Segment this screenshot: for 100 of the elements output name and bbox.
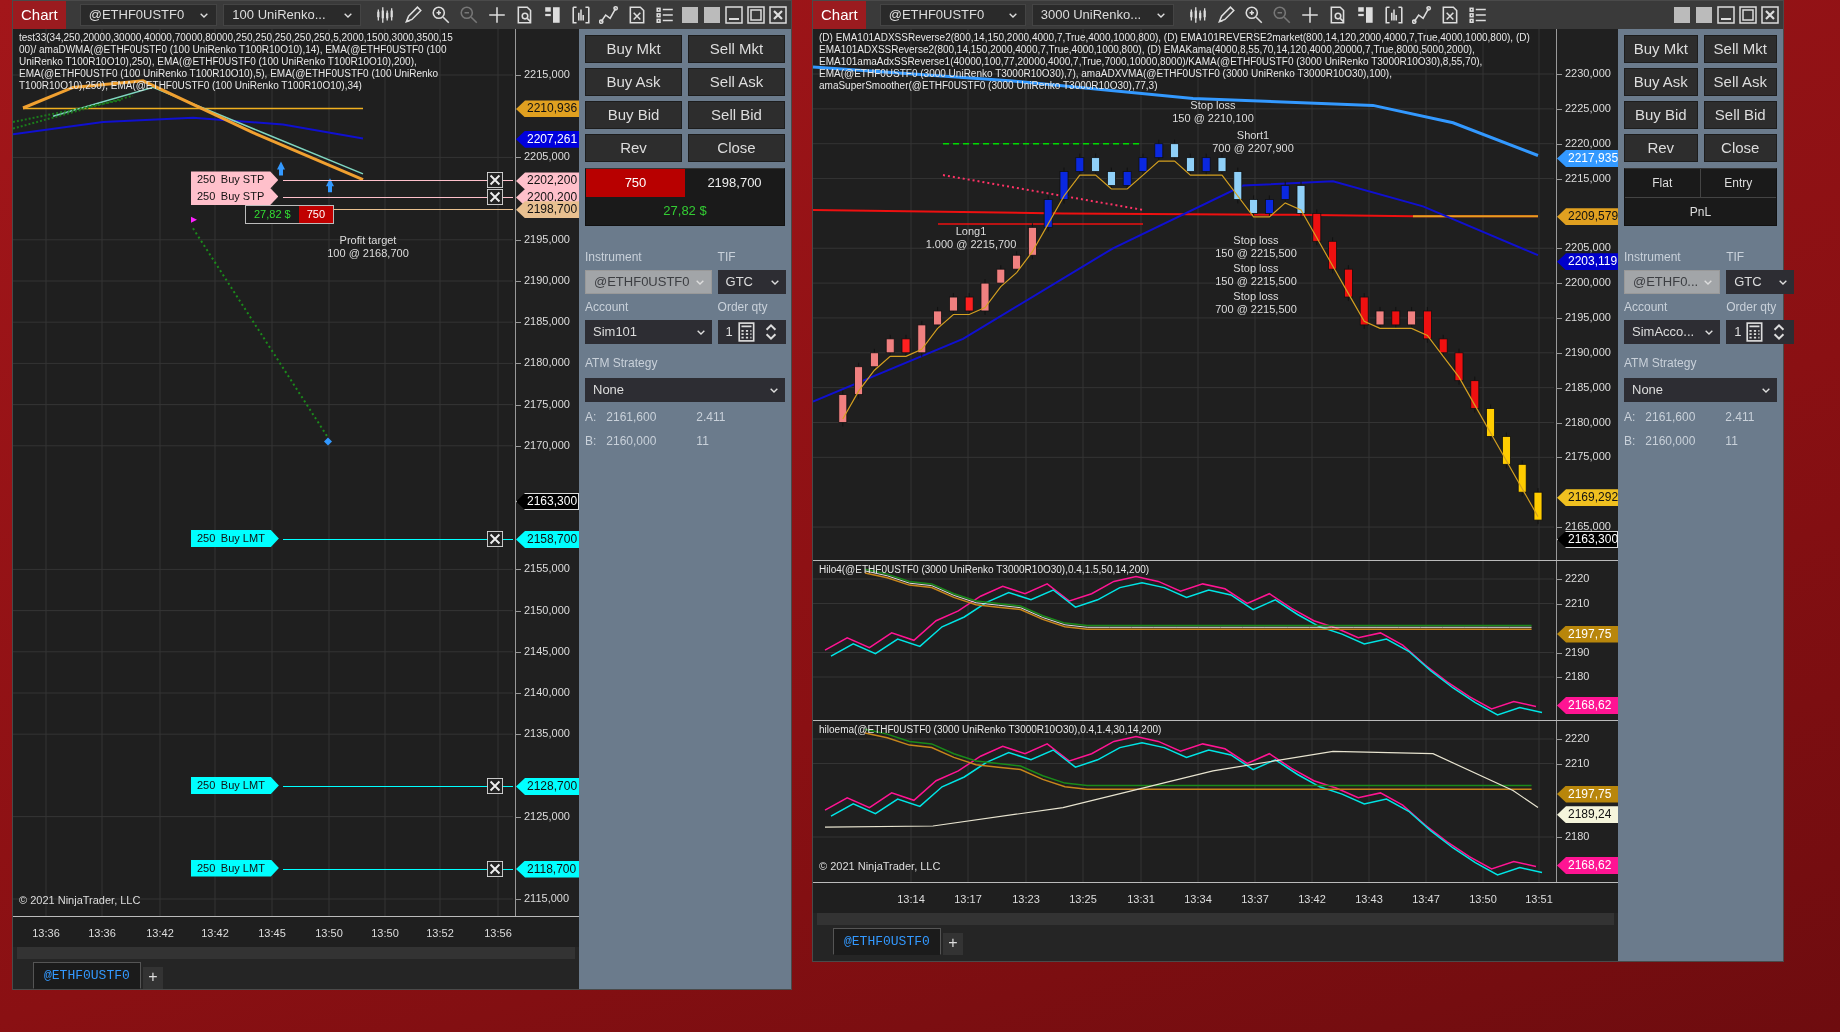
order-button[interactable]: Buy Bid (1624, 101, 1698, 129)
order-label[interactable]: 250 Buy LMT (191, 859, 279, 877)
line-chart-icon[interactable] (599, 5, 619, 25)
minimize-icon[interactable] (1717, 6, 1735, 24)
bar-type-dropdown[interactable]: 100 UniRenko... (223, 4, 361, 26)
order-annotation: Stop loss 150 @ 2210,100 (1172, 99, 1254, 125)
maximize-icon[interactable] (1739, 6, 1757, 24)
window-title[interactable]: Chart (813, 1, 866, 29)
order-button[interactable]: Sell Bid (1703, 101, 1777, 129)
order-button[interactable]: Sell Mkt (1703, 35, 1777, 63)
order-label[interactable]: 250 Buy LMT (191, 529, 279, 547)
close-order-icon[interactable] (487, 778, 503, 795)
tile-icon[interactable] (681, 6, 699, 24)
time-axis-label: 13:42 (1298, 892, 1326, 907)
add-tab-button[interactable]: + (942, 933, 963, 955)
bar-chart-icon[interactable] (571, 5, 591, 25)
axis-tick-label: 2175,000 (524, 397, 570, 411)
order-button[interactable]: Rev (585, 134, 682, 162)
tif-dropdown[interactable]: GTC (1726, 270, 1795, 294)
calculator-icon[interactable] (736, 322, 757, 342)
close-order-icon[interactable] (487, 860, 503, 877)
chart-tab[interactable]: @ETHF0USTF0 (833, 927, 941, 955)
order-button[interactable]: Rev (1624, 134, 1698, 162)
instrument-dropdown[interactable]: @ETHF0USTF0 (879, 4, 1026, 26)
calculator-icon[interactable] (1745, 322, 1766, 342)
renko-brick (1249, 194, 1258, 218)
axis-tick-label: 2215,000 (524, 68, 570, 81)
quantity-spinner[interactable]: 1 (717, 320, 786, 344)
list-icon[interactable] (655, 5, 675, 25)
order-button[interactable]: Buy Ask (585, 68, 682, 96)
add-tab-button[interactable]: + (142, 967, 163, 989)
pencil-icon[interactable] (403, 5, 423, 25)
price-tag: 2203,119 (1557, 253, 1618, 271)
account-dropdown[interactable]: Sim101 (585, 320, 712, 344)
order-button[interactable]: Close (688, 134, 785, 162)
price-tag: 2163,300 (516, 493, 579, 510)
tif-dropdown[interactable]: GTC (717, 270, 786, 294)
axis-tick-label: 2170,000 (524, 438, 570, 452)
zoom-in-icon[interactable] (431, 5, 451, 25)
tile-icon[interactable] (703, 6, 721, 24)
account-dropdown[interactable]: SimAcco... (1624, 320, 1721, 344)
order-button[interactable]: Buy Ask (1624, 68, 1698, 96)
bar-chart-icon[interactable] (1383, 5, 1404, 25)
quote-size: 11 (696, 433, 709, 450)
close-order-icon[interactable] (487, 188, 503, 205)
crosshair-icon[interactable] (1299, 5, 1320, 25)
time-axis-label: 13:42 (146, 926, 174, 941)
order-button[interactable]: Sell Mkt (688, 35, 785, 63)
position-quantity: Flat (1625, 169, 1701, 197)
axis-tick-label: 2140,000 (524, 686, 570, 699)
tile-icon[interactable] (1673, 6, 1691, 24)
window-title[interactable]: Chart (13, 1, 66, 29)
bars-icon[interactable] (375, 5, 395, 25)
order-button[interactable]: Sell Bid (688, 101, 785, 129)
order-label[interactable]: 250 Buy LMT (191, 777, 279, 795)
order-button[interactable]: Close (1703, 134, 1777, 162)
quote-label: A: (585, 409, 597, 426)
zoom-in-icon[interactable] (1243, 5, 1264, 25)
time-axis-label: 13:51 (1525, 892, 1553, 907)
field-label: TIF (717, 249, 737, 266)
renko-brick (1043, 194, 1053, 232)
axis-tick-label: 2230,000 (1565, 67, 1611, 80)
maximize-icon[interactable] (747, 6, 765, 24)
minimize-icon[interactable] (725, 6, 743, 24)
axis-tick-label: 2180,000 (524, 356, 570, 370)
renko-brick (1517, 459, 1527, 497)
pencil-icon[interactable] (1215, 5, 1236, 25)
document-icon[interactable] (627, 5, 647, 25)
quote-size: 11 (1725, 433, 1738, 450)
renko-brick (1486, 404, 1495, 441)
axis-tick-label: 2145,000 (524, 644, 570, 658)
bar-type-dropdown[interactable]: 3000 UniRenko... (1031, 4, 1174, 26)
atm-strategy-dropdown[interactable]: None (585, 378, 785, 402)
order-label[interactable]: 250 Buy STP (191, 171, 279, 189)
atm-strategy-dropdown[interactable]: None (1624, 378, 1777, 402)
zoom-out-icon[interactable] (1271, 5, 1292, 25)
instrument-dropdown[interactable]: @ETHF0USTF0 (79, 4, 218, 26)
panel-icon[interactable] (1355, 5, 1376, 25)
quantity-spinner[interactable]: 1 (1726, 320, 1795, 344)
crosshair-icon[interactable] (487, 5, 507, 25)
close-icon[interactable] (769, 6, 787, 24)
price-tag: 2217,935 (1557, 150, 1618, 168)
order-button[interactable]: Buy Mkt (1624, 35, 1698, 63)
order-button[interactable]: Buy Bid (585, 101, 682, 129)
close-icon[interactable] (1761, 6, 1779, 24)
close-order-icon[interactable] (487, 172, 503, 189)
tile-icon[interactable] (1695, 6, 1713, 24)
renko-brick (1265, 194, 1274, 218)
line-chart-icon[interactable] (1411, 5, 1432, 25)
order-button[interactable]: Sell Ask (688, 68, 785, 96)
close-order-icon[interactable] (487, 530, 503, 547)
order-button[interactable]: Sell Ask (1703, 68, 1777, 96)
order-button[interactable]: Buy Mkt (585, 35, 682, 63)
zoom-out-icon[interactable] (459, 5, 479, 25)
panel-icon[interactable] (543, 5, 563, 25)
chart-tab[interactable]: @ETHF0USTF0 (33, 961, 141, 989)
bars-icon[interactable] (1187, 5, 1208, 25)
time-axis-label: 13:50 (371, 926, 399, 941)
list-icon[interactable] (1467, 5, 1488, 25)
field-label: ATM Strategy (1624, 355, 1698, 372)
